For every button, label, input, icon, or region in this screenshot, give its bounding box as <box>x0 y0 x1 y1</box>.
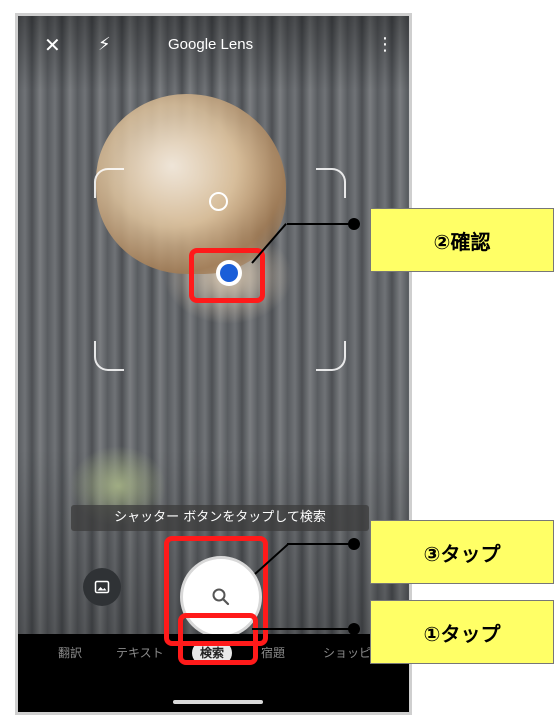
close-icon[interactable]: ✕ <box>44 30 61 60</box>
app-title: Google Lens <box>168 36 254 53</box>
leader-pin-shutter <box>348 538 360 550</box>
shutter-hint: シャッター ボタンをタップして検索 <box>71 505 369 531</box>
tab-homework[interactable]: 宿題 <box>261 641 285 665</box>
leader-pin-tab <box>348 623 360 635</box>
top-bar: ✕ ⚡ Google Lens ⋮ <box>18 30 409 60</box>
highlight-selection-dot <box>189 248 265 303</box>
tab-shopping[interactable]: ショッピ <box>323 641 371 665</box>
viewfinder-corner-top-right <box>316 168 346 198</box>
tab-translate[interactable]: 翻訳 <box>58 641 82 665</box>
viewfinder-corner-bottom-left <box>94 341 124 371</box>
cat-photo-subject <box>96 94 286 274</box>
home-indicator[interactable] <box>173 700 263 704</box>
more-options-icon[interactable]: ⋮ <box>376 30 394 60</box>
callout-confirm: ②確認 <box>370 208 554 272</box>
leader-line-confirm-horizontal <box>287 223 353 225</box>
leader-line-tab <box>252 628 352 630</box>
leader-line-shutter-horizontal <box>287 543 353 545</box>
flash-off-icon[interactable]: ⚡ <box>98 30 111 60</box>
callout-tap-tab: ①タップ <box>370 600 554 664</box>
highlight-search-tab <box>178 613 258 665</box>
viewfinder-corner-bottom-right <box>316 341 346 371</box>
focus-ring-icon <box>209 192 228 211</box>
gallery-button[interactable] <box>83 568 121 606</box>
tab-text[interactable]: テキスト <box>116 641 164 665</box>
viewfinder-corner-top-left <box>94 168 124 198</box>
leader-pin-confirm <box>348 218 360 230</box>
image-icon <box>94 580 110 594</box>
callout-tap-shutter: ③タップ <box>370 520 554 584</box>
